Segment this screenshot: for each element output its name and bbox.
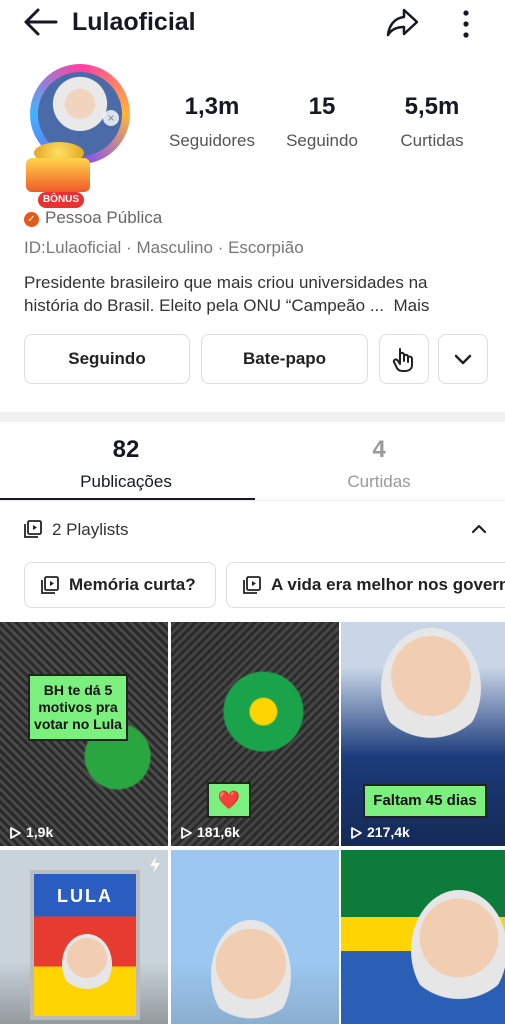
- view-count-value: 217,4k: [367, 824, 410, 840]
- section-divider: [0, 412, 505, 422]
- profile-bio[interactable]: Presidente brasileiro que mais criou uni…: [24, 271, 494, 317]
- playlist-icon: [243, 576, 261, 594]
- bio-more-link[interactable]: Mais: [393, 296, 429, 315]
- stat-followers-label: Seguidores: [168, 131, 255, 150]
- video-thumbnail[interactable]: [341, 850, 505, 1024]
- stat-following-value: 15: [308, 93, 336, 120]
- more-options-icon[interactable]: [452, 4, 480, 44]
- playlist-icon: [24, 520, 42, 538]
- verified-badge-icon: ✓: [24, 212, 39, 227]
- share-icon[interactable]: [384, 4, 424, 44]
- person-photo: [62, 934, 112, 994]
- video-thumbnail[interactable]: ❤️ 181,6k: [171, 622, 339, 846]
- gift-box-icon[interactable]: [26, 158, 90, 192]
- profile-meta: ID:Lulaoficial · Masculino · Escorpião: [24, 238, 304, 258]
- tab-posts-count: 82: [112, 436, 140, 463]
- profile-username-title: Lulaoficial: [72, 8, 196, 36]
- stat-followers[interactable]: 1,3m Seguidores: [157, 93, 267, 151]
- video-thumbnail[interactable]: LULA: [0, 850, 168, 1024]
- stat-likes-value: 5,5m: [404, 93, 460, 120]
- playlist-chip-label: Memória curta?: [69, 575, 196, 594]
- chevron-up-icon[interactable]: [468, 518, 490, 540]
- view-count: 1,9k: [8, 824, 53, 840]
- playlists-header[interactable]: 2 Playlists: [24, 520, 129, 540]
- playlist-chip-label: A vida era melhor nos governos: [271, 575, 505, 594]
- video-caption: BH te dá 5 motivos pra votar no Lula: [28, 674, 128, 741]
- lightning-icon: [150, 857, 160, 873]
- stat-following[interactable]: 15 Seguindo: [267, 93, 377, 151]
- profile-sign: Escorpião: [228, 238, 304, 257]
- stat-followers-value: 1,3m: [184, 93, 240, 120]
- view-count-value: 1,9k: [26, 824, 54, 840]
- profile-id: ID:Lulaoficial: [24, 238, 122, 257]
- close-icon[interactable]: ×: [103, 110, 119, 126]
- play-icon: [10, 827, 21, 839]
- profile-gender: Masculino: [136, 238, 213, 257]
- account-type-label: Pessoa Pública: [45, 208, 163, 227]
- hand-pointer-icon: [392, 348, 413, 372]
- play-icon: [181, 827, 192, 839]
- view-count: 217,4k: [349, 824, 410, 840]
- person-photo: [411, 890, 505, 1010]
- tab-posts[interactable]: 82 Publicações: [0, 436, 252, 492]
- view-count: 181,6k: [179, 824, 240, 840]
- video-thumbnail[interactable]: Faltam 45 dias 217,4k: [341, 622, 505, 846]
- view-count-value: 181,6k: [197, 824, 240, 840]
- person-photo: [381, 628, 481, 748]
- stat-likes-label: Curtidas: [400, 131, 464, 150]
- top-bar: Lulaoficial: [0, 0, 505, 48]
- account-type: ✓ Pessoa Pública: [24, 208, 162, 228]
- back-arrow-icon[interactable]: [22, 6, 62, 42]
- tab-posts-label: Publicações: [80, 472, 172, 491]
- playlist-chip[interactable]: Memória curta?: [24, 562, 216, 608]
- campaign-poster: LULA: [30, 870, 140, 1020]
- bio-line: história do Brasil. Eleito pela ONU “Cam…: [24, 296, 384, 315]
- poster-text: LULA: [57, 886, 113, 906]
- video-thumbnail[interactable]: BH te dá 5 motivos pra votar no Lula 1,9…: [0, 622, 168, 846]
- tab-likes-label: Curtidas: [347, 472, 411, 491]
- meta-separator: ·: [212, 238, 229, 257]
- playlists-header-label: 2 Playlists: [52, 520, 129, 539]
- video-thumbnail[interactable]: [171, 850, 339, 1024]
- stat-likes[interactable]: 5,5m Curtidas: [377, 93, 487, 151]
- avatar[interactable]: × BÔNUS: [14, 58, 144, 208]
- following-button[interactable]: Seguindo: [24, 334, 190, 384]
- tabs-divider: [0, 500, 505, 501]
- stat-following-label: Seguindo: [286, 131, 358, 150]
- meta-separator: ·: [121, 238, 137, 257]
- bio-line: Presidente brasileiro que mais criou uni…: [24, 273, 428, 292]
- poke-button[interactable]: [379, 334, 429, 384]
- video-caption: ❤️: [207, 782, 251, 818]
- chevron-down-icon: [454, 354, 472, 365]
- playlist-chip[interactable]: A vida era melhor nos governos: [226, 562, 505, 608]
- play-icon: [351, 827, 362, 839]
- person-photo: [211, 920, 291, 1024]
- chat-button[interactable]: Bate-papo: [201, 334, 368, 384]
- tab-likes-count: 4: [372, 436, 386, 463]
- playlist-icon: [41, 576, 59, 594]
- bonus-badge[interactable]: BÔNUS: [38, 192, 84, 208]
- tab-likes[interactable]: 4 Curtidas: [253, 436, 505, 492]
- dropdown-button[interactable]: [438, 334, 488, 384]
- video-caption: Faltam 45 dias: [363, 784, 487, 818]
